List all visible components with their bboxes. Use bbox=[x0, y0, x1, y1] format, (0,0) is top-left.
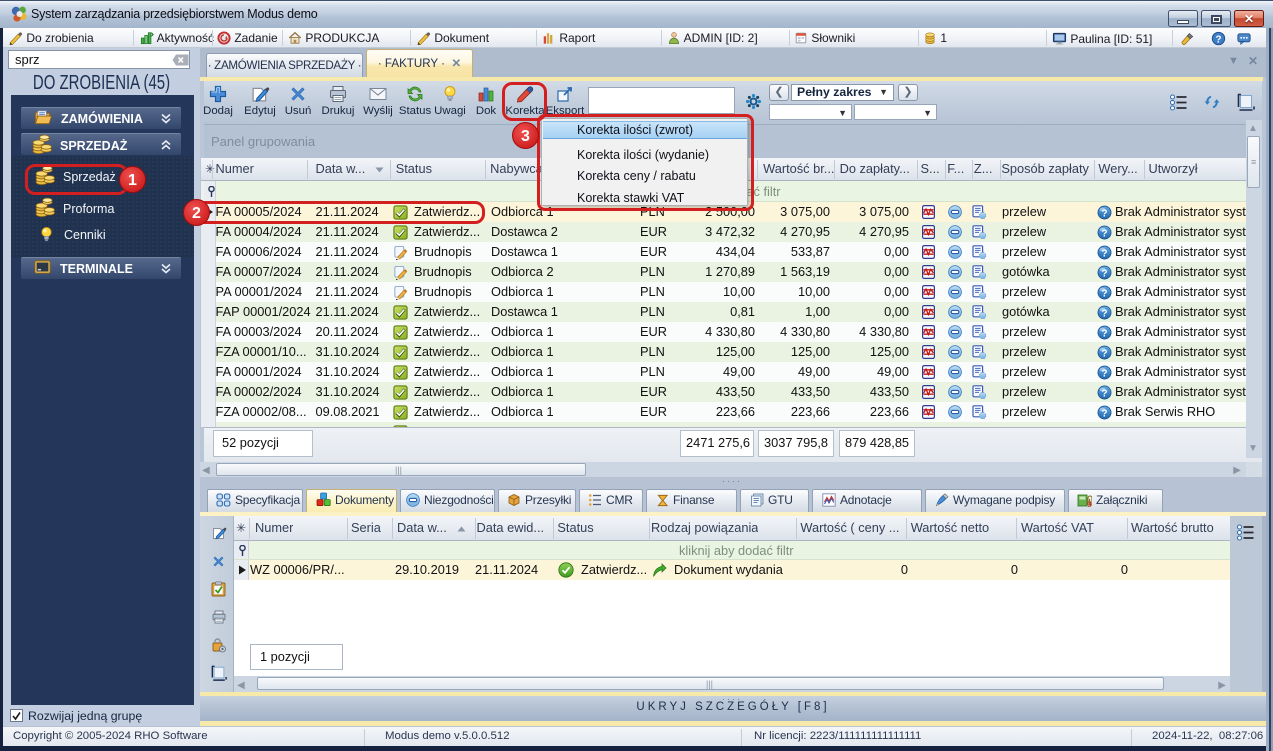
svg-text:?: ? bbox=[1101, 348, 1107, 359]
svg-text:?: ? bbox=[1101, 268, 1107, 279]
svg-text:?: ? bbox=[1101, 248, 1107, 259]
svg-text:?: ? bbox=[1101, 408, 1107, 419]
svg-text:g: g bbox=[1087, 499, 1092, 508]
svg-text:?: ? bbox=[1101, 208, 1107, 219]
svg-text:?: ? bbox=[1101, 368, 1107, 379]
svg-text:?: ? bbox=[1101, 288, 1107, 299]
svg-text:?: ? bbox=[1101, 228, 1107, 239]
svg-text:?: ? bbox=[1101, 308, 1107, 319]
svg-text:?: ? bbox=[1101, 388, 1107, 399]
svg-text:?: ? bbox=[1101, 328, 1107, 339]
